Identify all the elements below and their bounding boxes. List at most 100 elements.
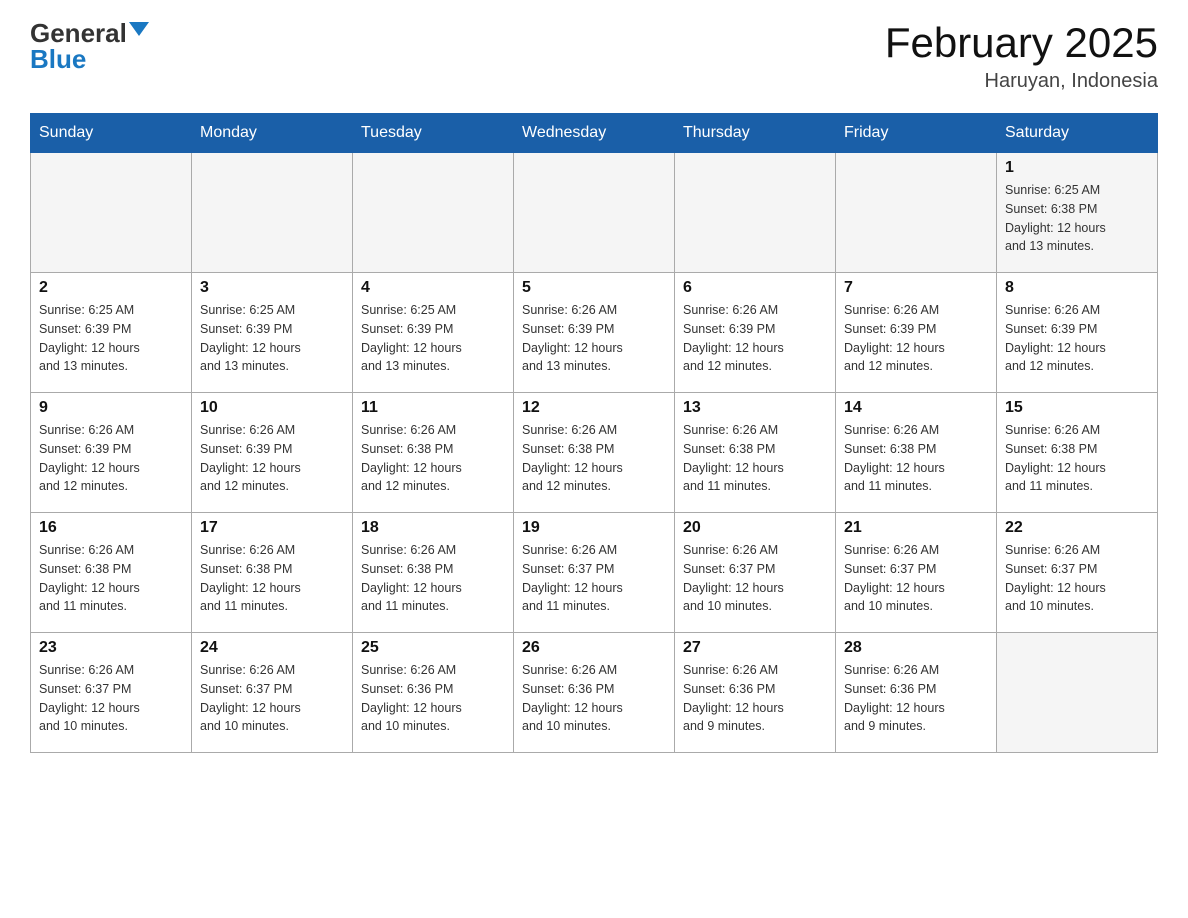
day-header-wednesday: Wednesday — [514, 114, 675, 153]
calendar-title: February 2025 — [885, 20, 1158, 66]
day-info: Sunrise: 6:26 AM Sunset: 6:39 PM Dayligh… — [844, 301, 988, 376]
day-header-monday: Monday — [192, 114, 353, 153]
logo-triangle-icon — [129, 22, 149, 36]
day-info: Sunrise: 6:26 AM Sunset: 6:38 PM Dayligh… — [844, 421, 988, 496]
day-number: 25 — [361, 639, 505, 657]
day-number: 6 — [683, 279, 827, 297]
day-info: Sunrise: 6:26 AM Sunset: 6:37 PM Dayligh… — [39, 661, 183, 736]
day-info: Sunrise: 6:26 AM Sunset: 6:36 PM Dayligh… — [683, 661, 827, 736]
day-number: 14 — [844, 399, 988, 417]
day-info: Sunrise: 6:25 AM Sunset: 6:39 PM Dayligh… — [200, 301, 344, 376]
day-cell: 6 Sunrise: 6:26 AM Sunset: 6:39 PM Daylig… — [675, 273, 836, 393]
logo-general-text: General — [30, 20, 127, 46]
day-cell: 24Sunrise: 6:26 AM Sunset: 6:37 PM Dayli… — [192, 633, 353, 753]
calendar-table: SundayMondayTuesdayWednesdayThursdayFrid… — [30, 113, 1158, 753]
day-cell: 15 Sunrise: 6:26 AM Sunset: 6:38 PM Dayli… — [997, 393, 1158, 513]
day-info: Sunrise: 6:26 AM Sunset: 6:38 PM Dayligh… — [200, 541, 344, 616]
day-number: 1 — [1005, 159, 1149, 177]
day-number: 28 — [844, 639, 988, 657]
day-cell: 20 Sunrise: 6:26 AM Sunset: 6:37 PM Dayli… — [675, 513, 836, 633]
day-number: 24 — [200, 639, 344, 657]
day-number: 18 — [361, 519, 505, 537]
day-number: 11 — [361, 399, 505, 417]
day-info: Sunrise: 6:26 AM Sunset: 6:36 PM Dayligh… — [844, 661, 988, 736]
logo-blue-text: Blue — [30, 46, 86, 72]
day-cell: 21Sunrise: 6:26 AM Sunset: 6:37 PM Dayli… — [836, 513, 997, 633]
day-number: 4 — [361, 279, 505, 297]
day-cell: 27 Sunrise: 6:26 AM Sunset: 6:36 PM Dayli… — [675, 633, 836, 753]
day-cell: 10Sunrise: 6:26 AM Sunset: 6:39 PM Dayli… — [192, 393, 353, 513]
day-cell: 14 Sunrise: 6:26 AM Sunset: 6:38 PM Dayli… — [836, 393, 997, 513]
day-number: 15 — [1005, 399, 1149, 417]
day-cell: 1 Sunrise: 6:25 AM Sunset: 6:38 PM Daylig… — [997, 153, 1158, 273]
day-cell: 3 Sunrise: 6:25 AM Sunset: 6:39 PM Daylig… — [192, 273, 353, 393]
day-number: 20 — [683, 519, 827, 537]
day-cell — [31, 153, 192, 273]
day-info: Sunrise: 6:26 AM Sunset: 6:39 PM Dayligh… — [683, 301, 827, 376]
week-row-2: 2Sunrise: 6:25 AM Sunset: 6:39 PM Daylig… — [31, 273, 1158, 393]
day-cell: 18 Sunrise: 6:26 AM Sunset: 6:38 PM Dayli… — [353, 513, 514, 633]
day-info: Sunrise: 6:25 AM Sunset: 6:38 PM Dayligh… — [1005, 181, 1149, 256]
day-info: Sunrise: 6:26 AM Sunset: 6:39 PM Dayligh… — [200, 421, 344, 496]
day-header-tuesday: Tuesday — [353, 114, 514, 153]
day-info: Sunrise: 6:26 AM Sunset: 6:37 PM Dayligh… — [844, 541, 988, 616]
day-number: 13 — [683, 399, 827, 417]
day-cell: 7 Sunrise: 6:26 AM Sunset: 6:39 PM Daylig… — [836, 273, 997, 393]
day-number: 23 — [39, 639, 183, 657]
day-cell: 26Sunrise: 6:26 AM Sunset: 6:36 PM Dayli… — [514, 633, 675, 753]
day-info: Sunrise: 6:26 AM Sunset: 6:38 PM Dayligh… — [683, 421, 827, 496]
day-header-saturday: Saturday — [997, 114, 1158, 153]
day-number: 7 — [844, 279, 988, 297]
day-cell: 12Sunrise: 6:26 AM Sunset: 6:38 PM Dayli… — [514, 393, 675, 513]
week-row-1: 1 Sunrise: 6:25 AM Sunset: 6:38 PM Daylig… — [31, 153, 1158, 273]
day-cell: 17 Sunrise: 6:26 AM Sunset: 6:38 PM Dayli… — [192, 513, 353, 633]
day-number: 12 — [522, 399, 666, 417]
day-cell: 9 Sunrise: 6:26 AM Sunset: 6:39 PM Daylig… — [31, 393, 192, 513]
day-number: 19 — [522, 519, 666, 537]
calendar-header: SundayMondayTuesdayWednesdayThursdayFrid… — [31, 114, 1158, 153]
day-cell: 16 Sunrise: 6:26 AM Sunset: 6:38 PM Dayli… — [31, 513, 192, 633]
day-info: Sunrise: 6:26 AM Sunset: 6:38 PM Dayligh… — [1005, 421, 1149, 496]
day-info: Sunrise: 6:26 AM Sunset: 6:38 PM Dayligh… — [361, 541, 505, 616]
day-info: Sunrise: 6:25 AM Sunset: 6:39 PM Dayligh… — [361, 301, 505, 376]
day-cell: 5Sunrise: 6:26 AM Sunset: 6:39 PM Daylig… — [514, 273, 675, 393]
day-info: Sunrise: 6:26 AM Sunset: 6:39 PM Dayligh… — [39, 421, 183, 496]
day-number: 27 — [683, 639, 827, 657]
page-header: General Blue February 2025 Haruyan, Indo… — [30, 20, 1158, 93]
day-number: 16 — [39, 519, 183, 537]
day-header-friday: Friday — [836, 114, 997, 153]
day-cell: 22Sunrise: 6:26 AM Sunset: 6:37 PM Dayli… — [997, 513, 1158, 633]
day-cell: 11Sunrise: 6:26 AM Sunset: 6:38 PM Dayli… — [353, 393, 514, 513]
day-header-thursday: Thursday — [675, 114, 836, 153]
day-cell: 25 Sunrise: 6:26 AM Sunset: 6:36 PM Dayli… — [353, 633, 514, 753]
title-section: February 2025 Haruyan, Indonesia — [885, 20, 1158, 93]
day-header-row: SundayMondayTuesdayWednesdayThursdayFrid… — [31, 114, 1158, 153]
day-cell: 2Sunrise: 6:25 AM Sunset: 6:39 PM Daylig… — [31, 273, 192, 393]
day-cell — [997, 633, 1158, 753]
day-cell — [353, 153, 514, 273]
day-cell: 13 Sunrise: 6:26 AM Sunset: 6:38 PM Dayli… — [675, 393, 836, 513]
day-header-sunday: Sunday — [31, 114, 192, 153]
calendar-body: 1 Sunrise: 6:25 AM Sunset: 6:38 PM Daylig… — [31, 153, 1158, 753]
day-info: Sunrise: 6:25 AM Sunset: 6:39 PM Dayligh… — [39, 301, 183, 376]
day-number: 3 — [200, 279, 344, 297]
day-info: Sunrise: 6:26 AM Sunset: 6:37 PM Dayligh… — [683, 541, 827, 616]
week-row-3: 9 Sunrise: 6:26 AM Sunset: 6:39 PM Daylig… — [31, 393, 1158, 513]
day-cell: 8Sunrise: 6:26 AM Sunset: 6:39 PM Daylig… — [997, 273, 1158, 393]
calendar-subtitle: Haruyan, Indonesia — [885, 70, 1158, 93]
day-cell — [675, 153, 836, 273]
day-number: 8 — [1005, 279, 1149, 297]
day-info: Sunrise: 6:26 AM Sunset: 6:36 PM Dayligh… — [522, 661, 666, 736]
day-number: 17 — [200, 519, 344, 537]
day-cell — [192, 153, 353, 273]
day-info: Sunrise: 6:26 AM Sunset: 6:38 PM Dayligh… — [39, 541, 183, 616]
day-info: Sunrise: 6:26 AM Sunset: 6:39 PM Dayligh… — [522, 301, 666, 376]
day-cell — [836, 153, 997, 273]
day-number: 22 — [1005, 519, 1149, 537]
day-info: Sunrise: 6:26 AM Sunset: 6:37 PM Dayligh… — [522, 541, 666, 616]
day-info: Sunrise: 6:26 AM Sunset: 6:36 PM Dayligh… — [361, 661, 505, 736]
day-cell — [514, 153, 675, 273]
day-cell: 19 Sunrise: 6:26 AM Sunset: 6:37 PM Dayli… — [514, 513, 675, 633]
day-number: 9 — [39, 399, 183, 417]
week-row-4: 16 Sunrise: 6:26 AM Sunset: 6:38 PM Dayli… — [31, 513, 1158, 633]
